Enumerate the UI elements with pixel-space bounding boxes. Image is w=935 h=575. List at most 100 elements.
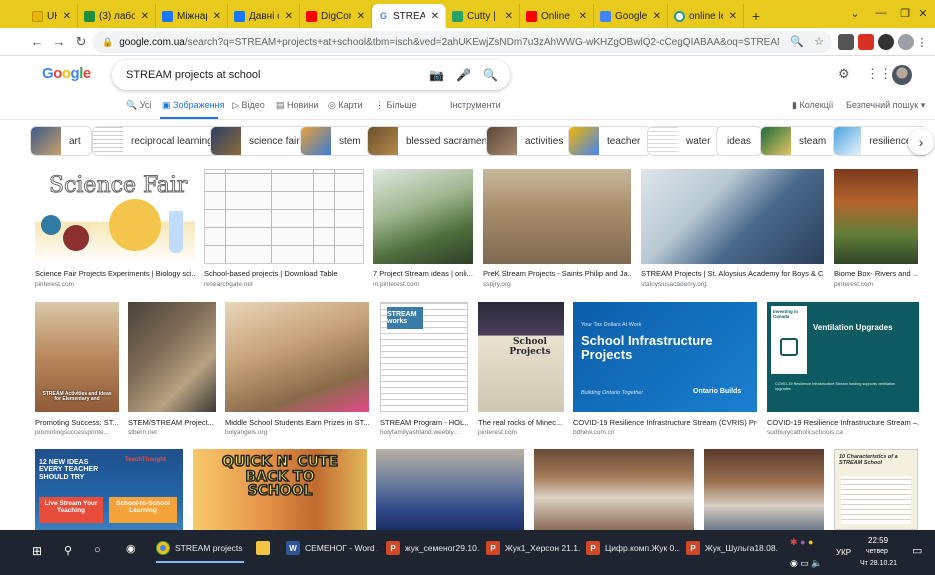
obs-icon[interactable]: ◉ — [126, 542, 136, 555]
image-result[interactable] — [534, 449, 694, 530]
taskbar-item-ppt[interactable]: P Жук_Шульга18.08.... — [686, 536, 778, 560]
image-result[interactable]: 12 NEW IDEAS EVERY TEACHER SHOULD TRY Te… — [35, 449, 183, 530]
taskbar-item-chrome[interactable]: STREAM projects a... — [156, 536, 244, 560]
image-result[interactable]: STREAM Projects | St. Aloysius Academy f… — [641, 169, 824, 291]
document-lines — [841, 476, 911, 524]
close-tab-icon[interactable]: ✕ — [63, 11, 71, 22]
settings-gear-icon[interactable]: ⚙ — [838, 66, 850, 82]
close-tab-icon[interactable]: ✕ — [653, 11, 661, 22]
windows-start-icon[interactable]: ⊞ — [32, 544, 42, 558]
chip[interactable]: stem — [300, 126, 372, 156]
tab-all[interactable]: 🔍 Усі — [126, 100, 151, 111]
close-tab-icon[interactable]: ✕ — [141, 11, 149, 22]
close-tab-icon[interactable]: ✕ — [431, 11, 439, 22]
taskbar-item-explorer[interactable] — [256, 536, 280, 560]
browser-tab[interactable]: DigComp✕ — [300, 4, 372, 28]
image-result[interactable]: 7 Project Stream ideas | onli... in.pint… — [373, 169, 473, 291]
account-avatar[interactable] — [892, 65, 912, 85]
browser-tab[interactable]: UKR.NET✕ — [26, 4, 78, 28]
tools-button[interactable]: Інструменти — [450, 100, 501, 110]
image-result[interactable] — [376, 449, 524, 530]
extension-icon[interactable] — [858, 34, 874, 50]
close-tab-icon[interactable]: ✕ — [357, 11, 365, 22]
close-tab-icon[interactable]: ✕ — [579, 11, 587, 22]
image-result[interactable]: School Projects The real rocks of Minec.… — [478, 302, 564, 438]
image-result[interactable]: PreK Stream Projects - Saints Philip and… — [483, 169, 631, 291]
tab-maps[interactable]: ◎ Карти — [328, 100, 363, 111]
language-indicator[interactable]: УКР — [836, 548, 851, 557]
google-favicon-icon: G — [378, 10, 389, 22]
tray-icons[interactable]: ✱ ● ● — [790, 537, 813, 548]
image-result[interactable]: Your Tax Dollars At Work School Infrastr… — [573, 302, 757, 438]
browser-tab[interactable]: Cutty | C✕ — [446, 4, 520, 28]
image-result[interactable]: STREAM Activities and Ideas for Elementa… — [35, 302, 119, 438]
google-logo[interactable]: Google — [42, 65, 91, 82]
image-result[interactable]: 10 Characteristics of a STREAM School — [834, 449, 918, 530]
chip[interactable]: science fair — [210, 126, 311, 156]
browser-tab[interactable]: Online le✕ — [520, 4, 594, 28]
collections-link[interactable]: ▮ Колекції — [792, 100, 833, 111]
close-tab-icon[interactable]: ✕ — [505, 11, 513, 22]
taskbar-item-ppt[interactable]: Pжук_семеног29.10... — [386, 536, 480, 560]
back-arrow-icon[interactable]: ← — [26, 31, 48, 53]
chip[interactable]: water — [647, 126, 722, 156]
address-bar[interactable]: 🔒 google.com.ua/search?q=STREAM+projects… — [92, 31, 832, 53]
browser-tab[interactable]: Давні ст✕ — [228, 4, 300, 28]
search-icon[interactable]: 🔍 — [483, 68, 498, 82]
tab-video[interactable]: ▷ Відео — [232, 100, 265, 111]
browser-toolbar: ← → ↻ 🔒 google.com.ua/search?q=STREAM+pr… — [0, 28, 935, 56]
clock-time[interactable]: 22:59 — [868, 536, 888, 545]
close-tab-icon[interactable]: ✕ — [285, 11, 293, 22]
chip[interactable]: art — [30, 126, 92, 156]
zoom-icon[interactable]: 🔍 — [790, 35, 804, 48]
close-tab-icon[interactable]: ✕ — [729, 11, 737, 22]
tab-images[interactable]: ▣ Зображення — [162, 100, 224, 111]
chevron-right-icon[interactable]: › — [908, 129, 934, 155]
reload-icon[interactable]: ↻ — [70, 31, 92, 53]
chip[interactable]: teacher — [568, 126, 652, 156]
image-result[interactable]: Biome Box- Rivers and ... pinterest.com — [834, 169, 918, 291]
taskbar-item-word[interactable]: W СЕМЕНОГ - Word ... — [286, 536, 378, 560]
result-thumbnail: QUICK N' CUTE BACK TO SCHOOL — [193, 449, 367, 530]
microphone-icon[interactable]: 🎤 — [456, 68, 471, 82]
browser-tab[interactable]: online le ✕ — [668, 4, 744, 28]
taskbar-item-ppt[interactable]: P Цифр.комп.Жук 0... — [586, 536, 680, 560]
image-result[interactable]: STEM/STREAM Project... stbern.net — [128, 302, 216, 438]
search-input[interactable]: STREAM projects at school 📷 🎤 🔍 — [112, 60, 510, 90]
chip[interactable]: blessed sacrament — [367, 126, 501, 156]
tab-news[interactable]: ▤ Новини — [276, 100, 318, 111]
image-result[interactable]: Science Fair Science Fair Projects Exper… — [35, 169, 195, 291]
close-tab-icon[interactable]: ✕ — [213, 11, 221, 22]
task-view-icon[interactable]: ○ — [94, 544, 101, 556]
image-result[interactable] — [704, 449, 824, 530]
image-result[interactable]: School-based projects | Download Table r… — [204, 169, 364, 291]
new-tab-button[interactable]: + — [744, 4, 768, 28]
safesearch-dropdown[interactable]: Безпечний пошук ▾ — [846, 100, 925, 111]
image-result[interactable]: STREAM works STREAM Program - HOL... hol… — [380, 302, 468, 438]
extension-puzzle-icon[interactable] — [878, 34, 894, 50]
close-window-icon[interactable]: ✕ — [908, 0, 935, 26]
tab-more[interactable]: ⋮ Більше — [375, 100, 417, 111]
chip[interactable]: activities — [486, 126, 575, 156]
notifications-icon[interactable]: ▭ — [912, 544, 922, 557]
camera-search-icon[interactable]: 📷 — [429, 68, 444, 82]
chip[interactable]: steam — [760, 126, 838, 156]
extension-icon[interactable] — [838, 34, 854, 50]
forward-arrow-icon[interactable]: → — [48, 31, 70, 53]
bookmark-star-icon[interactable]: ☆ — [814, 35, 824, 48]
network-volume-icons[interactable]: ◉ ▭ 🔈 — [790, 558, 823, 569]
result-thumbnail — [641, 169, 824, 264]
browser-tab[interactable]: (3) лаборато✕ — [78, 4, 156, 28]
chip[interactable]: reciprocal learning — [92, 126, 224, 156]
chip-thumbnail — [834, 127, 862, 155]
taskbar-item-ppt[interactable]: P Жук1_Херсон 21.1... — [486, 536, 580, 560]
chip[interactable]: ideas — [716, 126, 762, 156]
image-result[interactable]: QUICK N' CUTE BACK TO SCHOOL — [193, 449, 367, 530]
image-result[interactable]: Middle School Students Earn Prizes in ST… — [225, 302, 369, 438]
browser-tab[interactable]: Google D✕ — [594, 4, 668, 28]
browser-tab-active[interactable]: GSTREAM✕ — [372, 4, 446, 28]
browser-menu-icon[interactable]: ⋮ — [912, 30, 932, 54]
browser-tab[interactable]: Міжнар✕ — [156, 4, 228, 28]
image-result[interactable]: Investing in Canada Ventilation Upgrades… — [767, 302, 919, 438]
search-icon[interactable]: ⚲ — [64, 544, 72, 557]
